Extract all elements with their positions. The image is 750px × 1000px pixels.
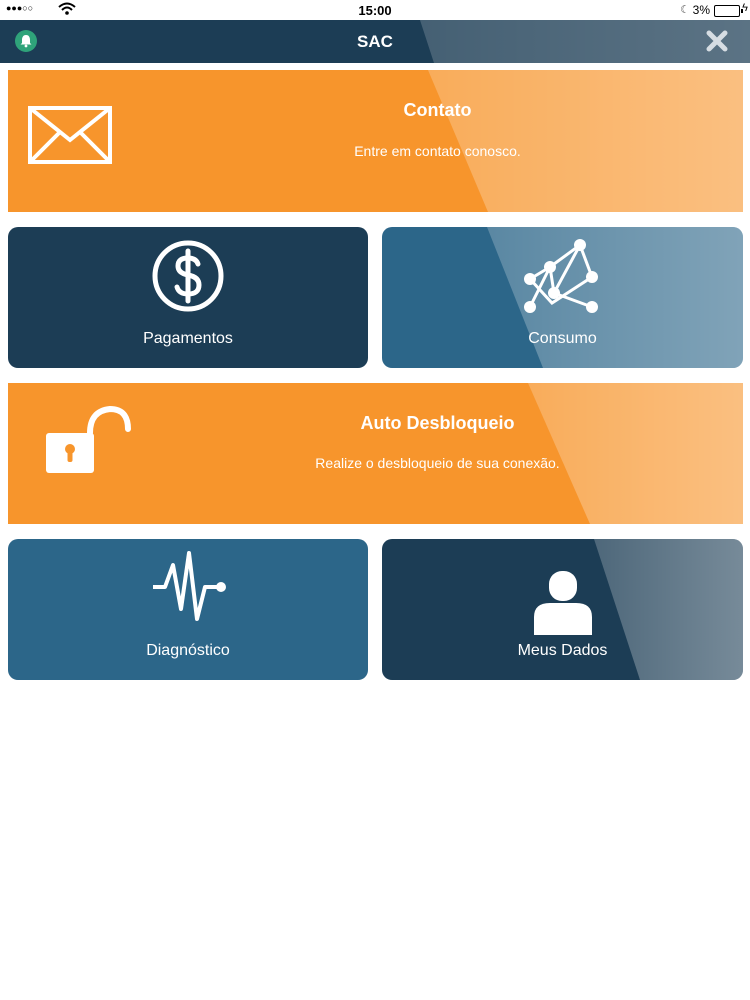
desbloqueio-tile[interactable]: Auto Desbloqueio Realize o desbloqueio d… xyxy=(8,383,743,524)
close-icon xyxy=(706,30,728,52)
contato-tile[interactable]: Contato Entre em contato conosco. xyxy=(8,70,743,212)
status-bar: ●●●○○ 15:00 ☾ 3% ϟ xyxy=(0,0,750,20)
desbloqueio-subtitle: Realize o desbloqueio de sua conexão. xyxy=(315,455,560,471)
graph-icon xyxy=(524,239,598,313)
battery-percent: 3% xyxy=(692,3,710,17)
page-title: SAC xyxy=(357,32,393,51)
meus-dados-label: Meus Dados xyxy=(517,642,608,659)
consumo-label: Consumo xyxy=(528,330,597,347)
battery-icon xyxy=(714,5,743,17)
contato-title: Contato xyxy=(403,100,472,120)
diagnostico-tile[interactable]: Diagnóstico xyxy=(8,539,368,680)
dollar-icon xyxy=(152,240,224,312)
desbloqueio-title: Auto Desbloqueio xyxy=(360,413,515,433)
clock: 15:00 xyxy=(358,3,392,18)
contato-subtitle: Entre em contato conosco. xyxy=(354,143,521,159)
tile-gloss xyxy=(428,70,743,212)
meus-dados-tile[interactable]: Meus Dados xyxy=(382,539,743,680)
pagamentos-label: Pagamentos xyxy=(143,330,233,347)
tile-gloss xyxy=(528,383,743,524)
consumo-tile[interactable]: Consumo xyxy=(382,227,743,368)
pagamentos-tile[interactable]: Pagamentos xyxy=(8,227,368,368)
nav-bar: SAC xyxy=(0,20,750,63)
pulse-icon xyxy=(153,551,226,621)
diagnostico-label: Diagnóstico xyxy=(146,642,230,659)
moon-icon: ☾ xyxy=(680,4,690,16)
close-button[interactable] xyxy=(704,28,730,54)
user-icon xyxy=(534,571,592,635)
charging-icon: ϟ xyxy=(742,2,748,14)
